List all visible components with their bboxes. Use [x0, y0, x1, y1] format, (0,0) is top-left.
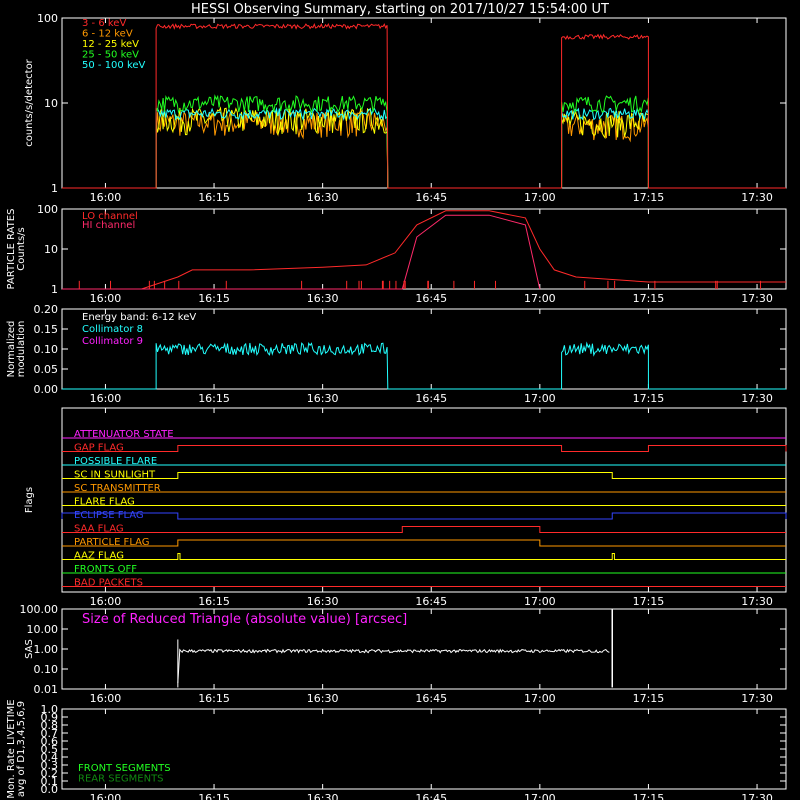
- rates-y-tick-label: 1: [51, 182, 58, 195]
- sas-x-tick-label: 17:30: [741, 692, 773, 705]
- modulation-x-tick-label: 17:00: [524, 392, 556, 405]
- rates-legend-1: 6 - 12 keV: [82, 29, 133, 40]
- livetime-x-tick-label: 17:00: [524, 792, 556, 800]
- modulation-y-tick-label: 0.10: [34, 343, 59, 356]
- flag-label-5: FLARE FLAG: [74, 497, 135, 508]
- flag-label-1: GAP FLAG: [74, 443, 124, 454]
- sas-y-tick-label: 0.01: [34, 683, 59, 696]
- particle-x-tick-label: 17:15: [633, 292, 665, 305]
- livetime-x-tick-label: 17:30: [741, 792, 773, 800]
- livetime-x-tick-label: 16:30: [307, 792, 339, 800]
- flag-label-11: BAD PACKETS: [74, 578, 143, 589]
- rates-x-tick-label: 16:45: [415, 191, 447, 204]
- particle-x-tick-label: 17:30: [741, 292, 773, 305]
- flag-label-2: POSSIBLE FLARE: [74, 456, 157, 467]
- particle-y-label: Counts/s: [16, 227, 27, 271]
- sas-x-tick-label: 17:15: [633, 692, 665, 705]
- sas-x-tick-label: 16:15: [198, 692, 230, 705]
- particle-y-tick-label: 100: [37, 203, 58, 216]
- particle-y-tick-label: 10: [44, 243, 58, 256]
- modulation-x-tick-label: 16:00: [90, 392, 122, 405]
- sas-legend: Size of Reduced Triangle (absolute value…: [82, 612, 407, 627]
- modulation-x-tick-label: 16:15: [198, 392, 230, 405]
- rates-legend-0: 3 - 6 keV: [82, 18, 126, 29]
- rates-legend-4: 50 - 100 keV: [82, 60, 146, 71]
- sas-y-label: SAS: [24, 639, 35, 659]
- flags-x-tick-label: 16:00: [90, 595, 122, 608]
- rates-x-tick-label: 17:30: [741, 191, 773, 204]
- modulation-x-tick-label: 16:30: [307, 392, 339, 405]
- sas-y-tick-label: 1.00: [34, 643, 59, 656]
- livetime-y-tick-label: 1.0: [41, 703, 59, 716]
- modulation-y-tick-label: 0.05: [34, 363, 59, 376]
- flag-label-9: AAZ FLAG: [74, 551, 124, 562]
- sas-x-tick-label: 16:00: [90, 692, 122, 705]
- livetime-x-tick-label: 16:00: [90, 792, 122, 800]
- rates-x-tick-label: 16:00: [90, 191, 122, 204]
- sas-y-tick-label: 0.10: [34, 663, 59, 676]
- livetime-legend-0: FRONT SEGMENTS: [78, 763, 171, 774]
- modulation-legend-0: Collimator 8: [82, 324, 143, 335]
- particle-y-tick-label: 1: [51, 283, 58, 296]
- modulation-y-tick-label: 0.00: [34, 383, 59, 396]
- modulation-x-tick-label: 16:45: [415, 392, 447, 405]
- rates-x-tick-label: 17:00: [524, 191, 556, 204]
- livetime-x-tick-label: 17:15: [633, 792, 665, 800]
- particle-x-tick-label: 16:45: [415, 292, 447, 305]
- flag-label-6: ECLIPSE FLAG: [74, 510, 144, 521]
- sas-x-tick-label: 17:00: [524, 692, 556, 705]
- flags-x-tick-label: 16:30: [307, 595, 339, 608]
- observing-summary-figure: HESSI Observing Summary, starting on 201…: [0, 0, 800, 800]
- flags-x-tick-label: 17:30: [741, 595, 773, 608]
- flags-x-tick-label: 17:00: [524, 595, 556, 608]
- sas-x-tick-label: 16:45: [415, 692, 447, 705]
- sas-x-tick-label: 16:30: [307, 692, 339, 705]
- flag-label-8: PARTICLE FLAG: [74, 537, 150, 548]
- flag-label-10: FRONTS OFF: [74, 564, 137, 575]
- flag-label-0: ATTENUATOR STATE: [74, 429, 174, 440]
- particle-x-tick-label: 16:15: [198, 292, 230, 305]
- sas-y-tick-label: 10.00: [27, 623, 59, 636]
- particle-legend-1: HI channel: [82, 220, 135, 231]
- flags-x-tick-label: 17:15: [633, 595, 665, 608]
- modulation-y-tick-label: 0.20: [34, 303, 59, 316]
- livetime-legend-1: REAR SEGMENTS: [78, 774, 164, 785]
- flag-label-4: SC TRANSMITTER: [74, 483, 161, 494]
- modulation-y-label: modulation: [16, 321, 27, 378]
- sas-y-tick-label: 100.00: [20, 603, 59, 616]
- rates-y-tick-label: 100: [37, 12, 58, 25]
- flag-label-3: SC IN SUNLIGHT: [74, 470, 156, 481]
- rates-x-tick-label: 16:15: [198, 191, 230, 204]
- modulation-x-tick-label: 17:30: [741, 392, 773, 405]
- particle-x-tick-label: 17:00: [524, 292, 556, 305]
- rates-legend-2: 12 - 25 keV: [82, 39, 139, 50]
- rates-legend-3: 25 - 50 keV: [82, 50, 139, 61]
- livetime-x-tick-label: 16:45: [415, 792, 447, 800]
- livetime-x-tick-label: 16:15: [198, 792, 230, 800]
- rates-x-tick-label: 17:15: [633, 191, 665, 204]
- modulation-x-tick-label: 17:15: [633, 392, 665, 405]
- modulation-note: Energy band: 6-12 keV: [82, 312, 196, 323]
- particle-x-tick-label: 16:00: [90, 292, 122, 305]
- flags-x-tick-label: 16:45: [415, 595, 447, 608]
- flags-x-tick-label: 16:15: [198, 595, 230, 608]
- rates-x-tick-label: 16:30: [307, 191, 339, 204]
- figure-title: HESSI Observing Summary, starting on 201…: [191, 2, 609, 17]
- modulation-y-tick-label: 0.15: [34, 323, 59, 336]
- particle-x-tick-label: 16:30: [307, 292, 339, 305]
- rates-y-tick-label: 10: [44, 97, 58, 110]
- flags-y-label: Flags: [24, 487, 35, 513]
- flag-label-7: SAA FLAG: [74, 524, 124, 535]
- livetime-y-label: avg of D1,3,4,5,6,9: [16, 701, 27, 797]
- rates-y-label: counts/s/detector: [24, 58, 35, 146]
- modulation-legend-1: Collimator 9: [82, 336, 143, 347]
